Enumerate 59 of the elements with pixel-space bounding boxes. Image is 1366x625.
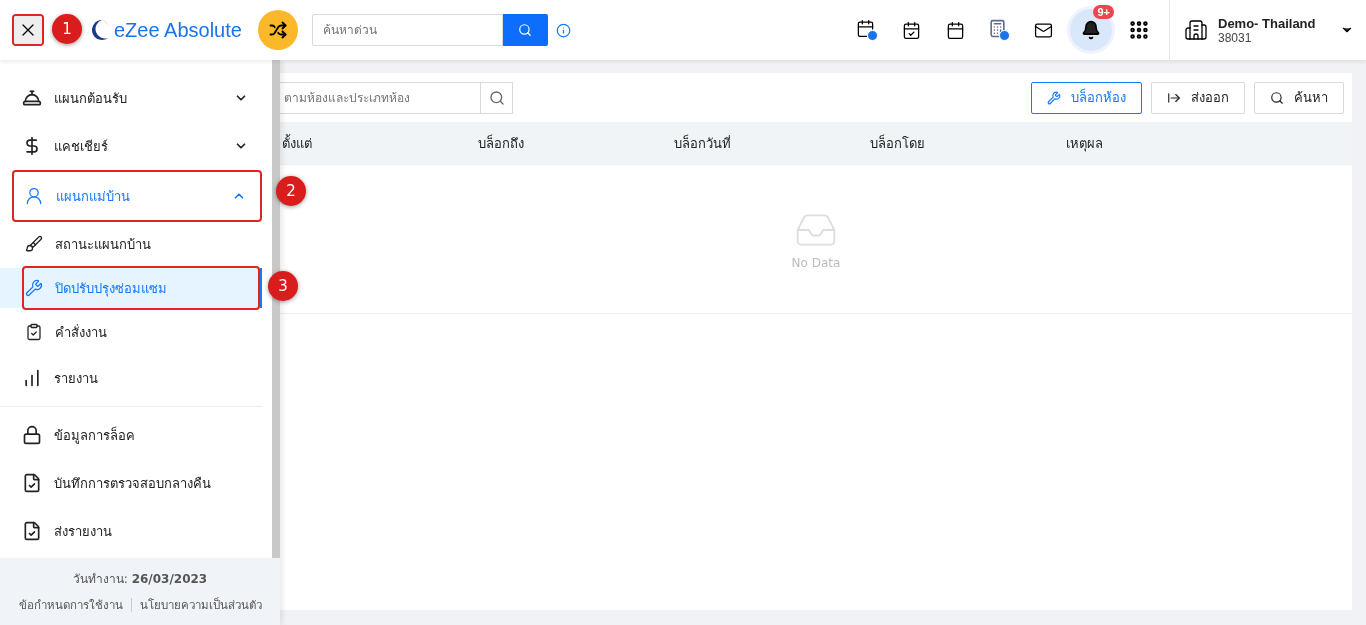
room-search-field[interactable]: ตามห้องและประเภทห้อง — [280, 81, 481, 114]
search-icon — [1270, 90, 1284, 105]
search-icon — [518, 23, 533, 37]
bell-icon — [1081, 20, 1101, 40]
brush-icon — [25, 235, 43, 253]
document-check-icon — [22, 473, 42, 493]
person-icon — [24, 186, 44, 206]
property-code: 38031 — [1218, 30, 1253, 45]
menu-item[interactable]: ข้อมูลการล็อค — [12, 413, 262, 457]
search-button[interactable] — [502, 14, 548, 46]
footer-link[interactable]: นโยบายความเป็นส่วนตัว — [139, 596, 262, 614]
info-icon[interactable] — [555, 22, 571, 38]
menu-item[interactable]: แผนกต้อนรับ — [12, 76, 262, 120]
lock-icon — [22, 425, 42, 445]
toolbar-button[interactable]: บล็อกห้อง — [1031, 81, 1142, 114]
grid-icon — [1128, 19, 1150, 41]
search-icon — [488, 89, 505, 106]
menu-item[interactable]: รายงาน — [12, 356, 262, 400]
menu-item[interactable]: แคชเชียร์ — [12, 124, 262, 168]
document-check-icon — [22, 521, 42, 541]
menu-item[interactable]: ส่งรายงาน — [12, 509, 262, 553]
building-icon — [1184, 18, 1208, 42]
clipboard-check-icon — [25, 323, 43, 341]
shuffle-button[interactable] — [257, 10, 298, 50]
empty-message: No Data — [791, 256, 841, 270]
wrench-icon — [25, 279, 43, 297]
toolbar-button[interactable]: ค้นหา — [1254, 81, 1344, 114]
service-bell-icon — [22, 88, 42, 108]
quick-search-field[interactable]: ค้นหาด่วน — [311, 14, 503, 46]
calendar-check-icon — [901, 20, 921, 40]
submenu-item[interactable]: ปิดปรับปรุงซ่อมแซม — [0, 268, 262, 308]
column-header: บล็อกวันที่ — [673, 133, 732, 153]
search-button[interactable] — [481, 81, 513, 114]
property-selector[interactable]: Demo- Thailand 38031 — [1184, 15, 1354, 45]
property-name: Demo- Thailand — [1218, 15, 1317, 31]
column-header: บล็อกถึง — [477, 133, 525, 153]
calendar-icon — [945, 20, 965, 40]
footer-link[interactable]: ข้อกำหนดการใช้งาน — [18, 596, 123, 614]
menu-item[interactable]: บันทึกการตรวจสอบกลางคืน — [12, 461, 262, 505]
column-header: ตั้งแต่ — [281, 133, 313, 153]
export-icon — [1167, 90, 1181, 105]
calendar-plus-icon — [856, 19, 878, 41]
wrench-icon — [1047, 90, 1061, 105]
submenu-item[interactable]: สถานะแผนกบ้าน — [0, 224, 262, 264]
submenu-item[interactable]: คำสั่งงาน — [0, 312, 262, 352]
calculator-icon — [988, 19, 1010, 41]
shuffle-icon — [268, 21, 287, 39]
toolbar-button[interactable]: ส่งออก — [1151, 81, 1245, 114]
column-header: เหตุผล — [1065, 134, 1104, 154]
bar-chart-icon — [22, 368, 42, 388]
work-date: วันทำงาน: 26/03/2023 — [72, 571, 208, 588]
notification-button[interactable]: 9+ — [1067, 6, 1115, 54]
close-button[interactable] — [14, 16, 42, 44]
step-marker: 3 — [268, 271, 298, 301]
scrollbar[interactable] — [272, 60, 280, 558]
notification-count: 9+ — [1093, 5, 1114, 19]
column-header: บล็อกโดย — [869, 133, 926, 153]
logo-text: eZee Absolute — [114, 18, 242, 42]
step-marker: 1 — [52, 14, 82, 44]
